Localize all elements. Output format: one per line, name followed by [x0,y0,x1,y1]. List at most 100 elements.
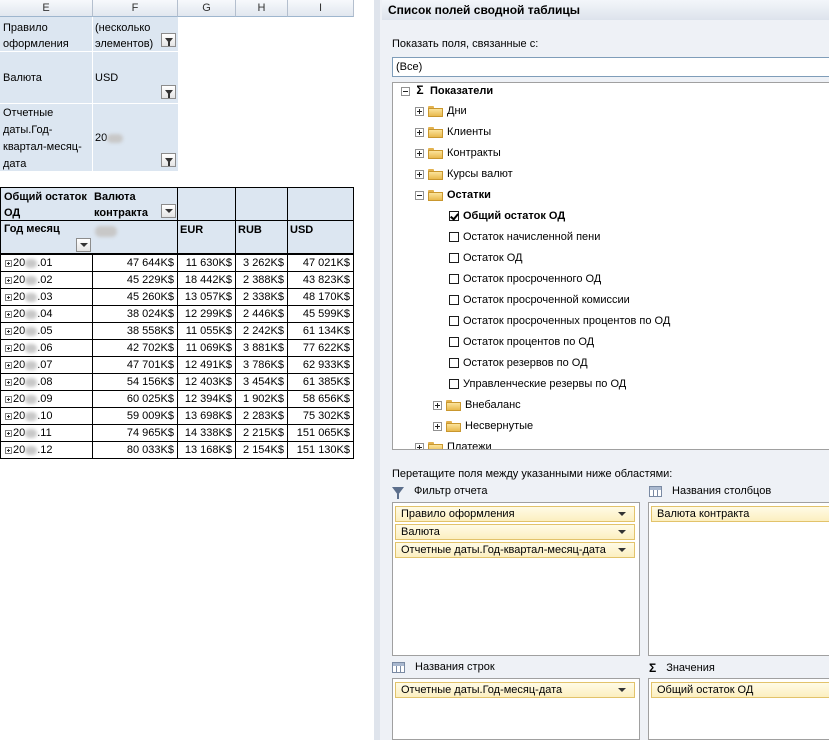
expand-icon[interactable] [5,327,12,335]
checkbox-icon[interactable] [449,316,459,327]
filter-button-currency[interactable] [161,85,176,99]
column-field-dropdown[interactable] [161,204,176,218]
field-item[interactable]: Управленческие резервы по ОД [449,374,626,395]
pivot-value-usd: 61 134K$ [288,322,354,340]
expand-icon[interactable] [5,344,12,352]
expand-icon[interactable] [5,395,12,403]
pivot-row-label[interactable]: 20.04 [0,305,93,323]
chevron-down-icon [618,530,626,534]
field-label: Внебаланс [465,399,521,411]
field-group[interactable]: Дни [415,101,467,122]
row-labels-drop-area[interactable]: Отчетные даты.Год-месяц-дата [392,678,640,740]
expand-icon[interactable] [5,429,12,437]
expand-icon[interactable] [433,421,442,431]
field-label: Остаток просроченного ОД [463,273,602,285]
field-group[interactable]: Курсы валют [415,164,513,185]
expand-icon[interactable] [415,148,424,158]
pivot-row-label[interactable]: 20.07 [0,356,93,374]
collapse-icon[interactable] [401,86,410,96]
filter-value-currency: USD [95,72,119,84]
expand-icon[interactable] [5,378,12,386]
checkbox-icon[interactable] [449,337,459,348]
pivot-value-hidden: 47 701K$ [92,356,178,374]
show-fields-label: Показать поля, связанные с: [392,38,539,50]
field-group[interactable]: Внебаланс [433,395,521,416]
pivot-row-label[interactable]: 20.02 [0,271,93,289]
field-item[interactable]: Остаток просроченной комиссии [449,290,630,311]
filter-chip-dates[interactable]: Отчетные даты.Год-квартал-месяц-дата [395,542,635,558]
pivot-value-eur: 12 491K$ [178,356,236,374]
chevron-down-icon [618,688,626,692]
expand-icon[interactable] [415,106,424,116]
row-field-dropdown[interactable] [76,238,91,252]
pivot-row-label[interactable]: 20.12 [0,441,93,459]
field-item[interactable]: Остаток просроченных процентов по ОД [449,311,670,332]
field-item[interactable]: Остаток резервов по ОД [449,353,588,374]
spreadsheet: E F G H I Правило оформления (несколько … [0,0,374,740]
show-fields-select[interactable]: (Все) [392,57,829,77]
checkbox-icon[interactable] [449,295,459,306]
checkbox-icon[interactable] [449,232,459,243]
report-filter-drop-area[interactable]: Правило оформления Валюта Отчетные даты.… [392,502,640,656]
column-header-h[interactable]: H [236,0,288,17]
field-group[interactable]: Σ Показатели [401,83,493,101]
field-group[interactable]: Контракты [415,143,501,164]
field-item[interactable]: Общий остаток ОД [449,206,565,227]
expand-icon[interactable] [5,446,12,454]
field-item[interactable]: Остаток процентов по ОД [449,332,594,353]
filter-chip-rule[interactable]: Правило оформления [395,506,635,522]
value-chip-balance[interactable]: Общий остаток ОД [651,682,829,698]
column-chip-currency[interactable]: Валюта контракта [651,506,829,522]
column-header-f[interactable]: F [93,0,178,17]
filter-chip-currency[interactable]: Валюта [395,524,635,540]
checkbox-icon[interactable] [449,358,459,369]
expand-icon[interactable] [415,127,424,137]
expand-icon[interactable] [415,169,424,179]
pivot-row-label[interactable]: 20.10 [0,407,93,425]
field-group[interactable]: Платежи [415,437,492,449]
pivot-row-label[interactable]: 20.01 [0,254,93,272]
field-group[interactable]: Остатки [415,185,491,206]
folder-icon [428,147,443,159]
filter-icon [164,89,173,98]
pivot-row-label[interactable]: 20.08 [0,373,93,391]
pivot-row-label[interactable]: 20.06 [0,339,93,357]
pivot-value-hidden: 47 644K$ [92,254,178,272]
column-header-e[interactable]: E [0,0,93,17]
field-item[interactable]: Остаток ОД [449,248,523,269]
pivot-value-rub: 2 338K$ [236,288,288,306]
checkbox-icon[interactable] [449,379,459,390]
expand-icon[interactable] [5,412,12,420]
collapse-icon[interactable] [415,190,424,200]
expand-icon[interactable] [5,293,12,301]
expand-icon[interactable] [5,310,12,318]
field-group[interactable]: Несвернутые [433,416,533,437]
expand-icon[interactable] [5,361,12,369]
expand-icon[interactable] [5,276,12,284]
row-chip-dates[interactable]: Отчетные даты.Год-месяц-дата [395,682,635,698]
field-tree[interactable]: Σ Показатели Дни Клиенты Контракты Курсы валю… [392,82,829,450]
field-item[interactable]: Остаток начисленной пени [449,227,600,248]
column-header-g[interactable]: G [178,0,236,17]
pivot-value-hidden: 59 009K$ [92,407,178,425]
checkbox-icon[interactable] [449,253,459,264]
checkbox-icon[interactable] [449,211,459,222]
pivot-row-label[interactable]: 20.11 [0,424,93,442]
filter-button-rule[interactable] [161,33,176,47]
pivot-row-label[interactable]: 20.05 [0,322,93,340]
expand-icon[interactable] [433,400,442,410]
checkbox-icon[interactable] [449,274,459,285]
field-label: Клиенты [447,126,492,138]
expand-icon[interactable] [415,442,424,449]
values-drop-area[interactable]: Общий остаток ОД [648,678,829,740]
expand-icon[interactable] [5,259,12,267]
field-item[interactable]: Остаток просроченного ОД [449,269,601,290]
pivot-row-label[interactable]: 20.03 [0,288,93,306]
filter-icon [164,157,173,166]
column-labels-drop-area[interactable]: Валюта контракта [648,502,829,656]
field-group[interactable]: Клиенты [415,122,491,143]
pivot-value-hidden: 80 033K$ [92,441,178,459]
pivot-row-label[interactable]: 20.09 [0,390,93,408]
column-header-i[interactable]: I [288,0,354,17]
filter-button-dates[interactable] [161,153,176,167]
